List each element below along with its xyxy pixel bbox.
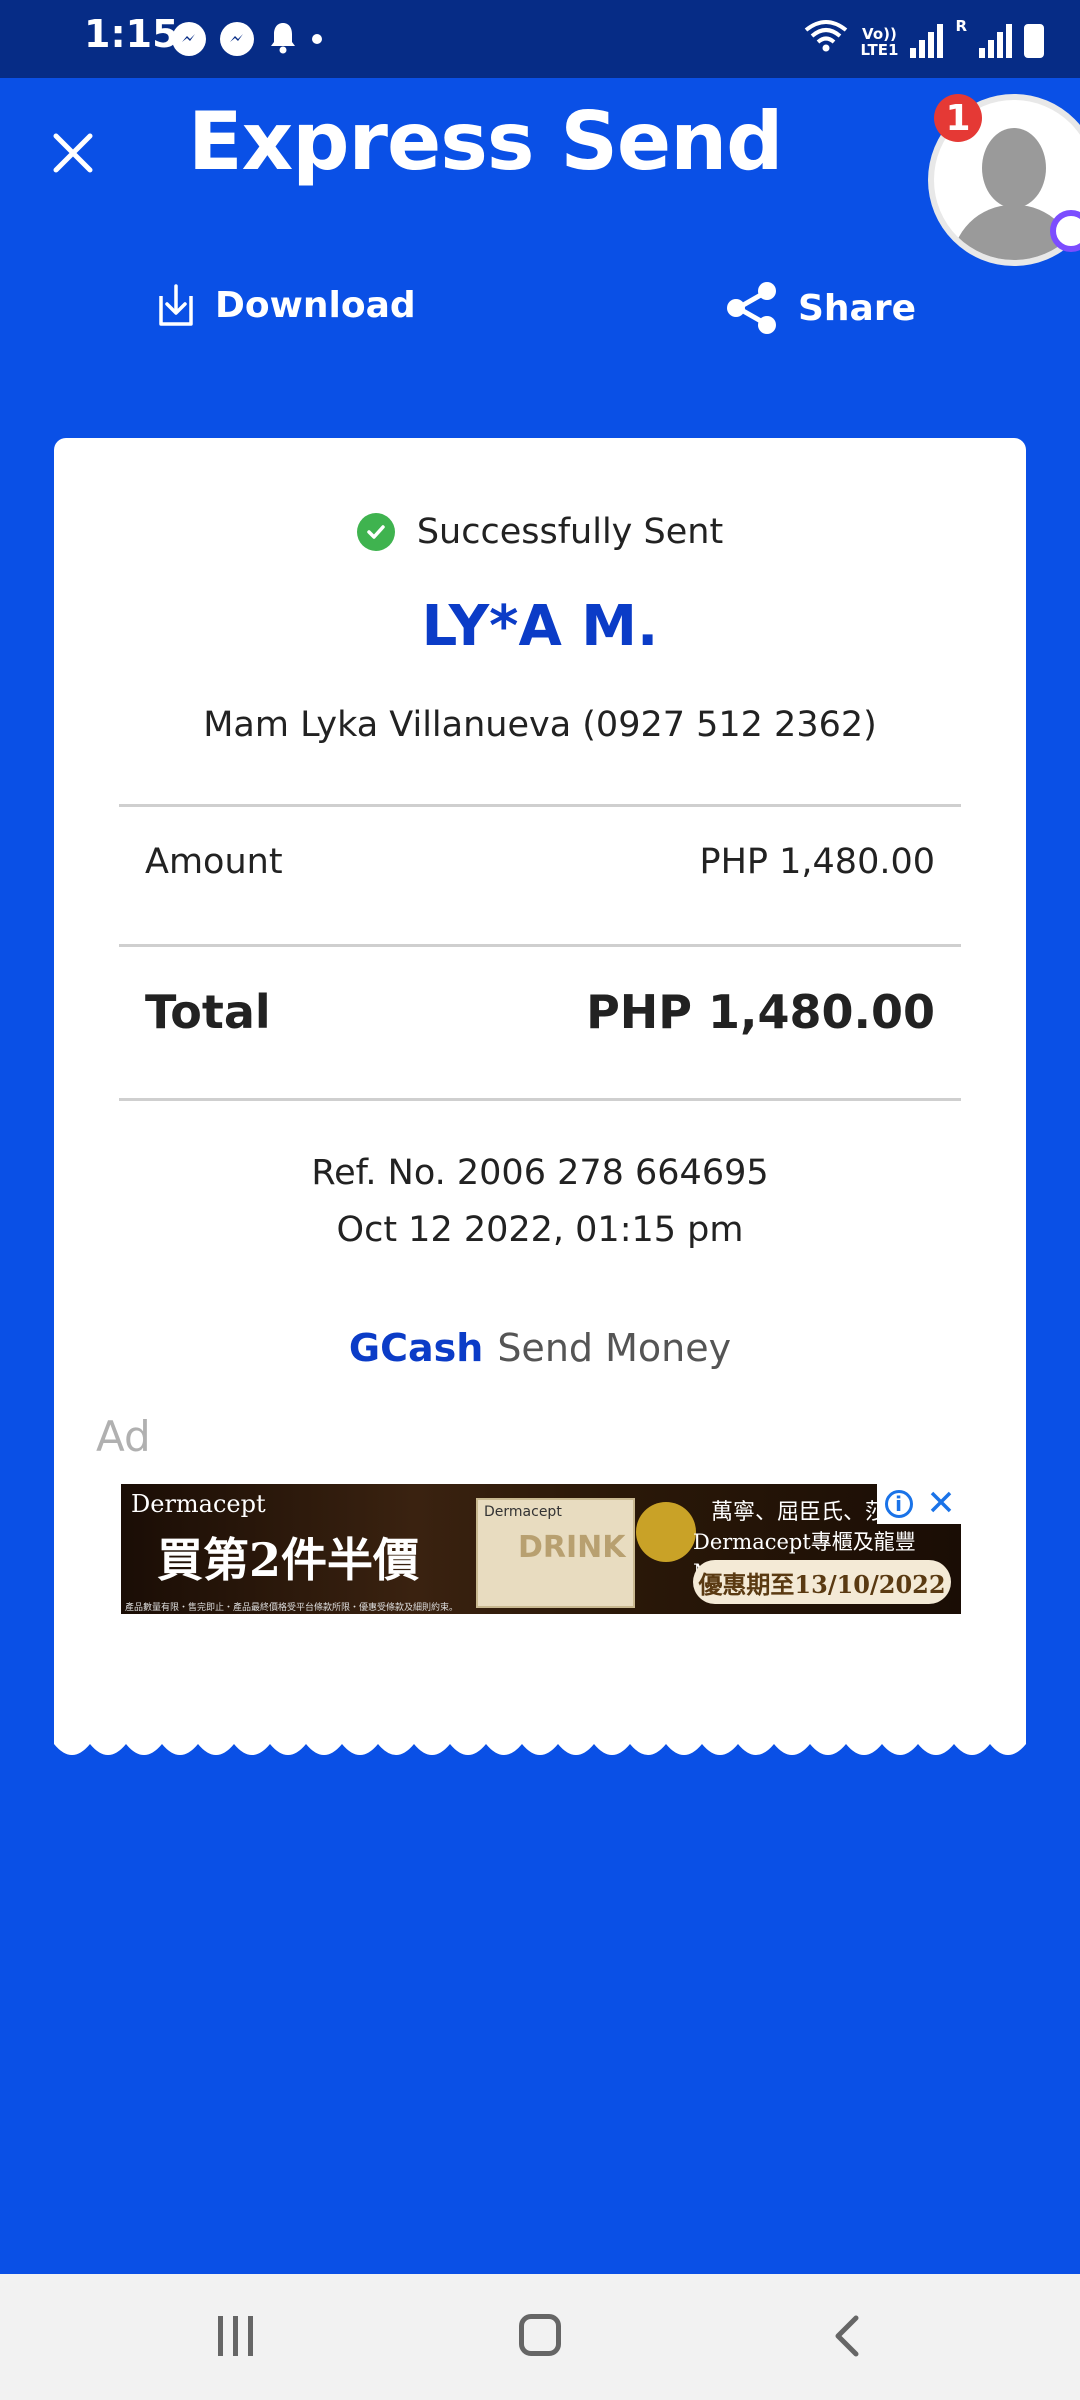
close-icon [53,133,93,173]
success-text: Successfully Sent [416,512,724,552]
ad-banner[interactable]: Dermacept 買第2件半價 Dermacept DRINK 萬寧、屈臣氏、… [121,1484,961,1614]
ad-product-image: Dermacept DRINK [476,1498,635,1608]
gcash-logo-text: GCash [348,1326,484,1370]
ad-controls: i [877,1484,961,1524]
profile-avatar[interactable]: 1 [934,94,1080,270]
signal-icon [910,24,944,58]
more-notifications-icon [312,34,322,44]
share-label: Share [798,287,917,329]
success-status: Successfully Sent [0,512,1080,552]
total-label: Total [145,985,271,1039]
status-system: Vo)) LTE1 R [804,18,1044,58]
lte-label: LTE1 [860,41,899,59]
transaction-datetime: Oct 12 2022, 01:15 pm [336,1210,744,1250]
service-name: Send Money [497,1326,732,1370]
service-brand: GCash Send Money [0,1326,1080,1370]
share-icon [727,282,776,334]
recent-apps-button[interactable] [218,2316,253,2356]
ad-label: Ad [96,1412,151,1461]
award-seal-icon [636,1502,696,1562]
divider [119,804,961,807]
divider [119,944,961,947]
close-button[interactable] [48,128,98,178]
recipient-contact: Mam Lyka Villanueva (0927 512 2362) [203,705,877,745]
ad-promo: 優惠期至13/10/2022 [693,1560,951,1604]
divider [119,1098,961,1101]
share-button[interactable]: Share [724,282,916,334]
total-value: PHP 1,480.00 [586,985,935,1039]
check-circle-icon [356,513,395,551]
download-label: Download [215,284,416,326]
recipient-name: LY*A M. [421,594,659,659]
signal-icon-sim2 [979,24,1012,58]
amount-label: Amount [145,842,283,882]
amount-value: PHP 1,480.00 [699,842,935,882]
receipt-torn-edge [54,1732,1026,1755]
page-title: Express Send [188,95,783,188]
wifi-icon [804,18,848,58]
ad-brand: Dermacept [131,1490,266,1518]
ad-product-name: DRINK [518,1530,626,1565]
bell-icon [268,20,298,58]
ad-fine-print: 產品數量有限・售完即止・產品最終價格受平台條款所限・優惠受條款及細則約束。 [125,1603,459,1613]
back-chevron-icon [835,2315,859,2357]
download-button[interactable]: Download [155,282,416,328]
back-button[interactable] [828,2314,868,2358]
ad-headline: 買第2件半價 [157,1533,420,1587]
notification-badge: 1 [934,94,982,142]
battery-icon [1024,24,1044,58]
status-bar: 1:15 Vo)) LTE1 R [0,0,1080,78]
status-time: 1:15 [84,12,179,56]
ad-close-icon[interactable] [928,1489,954,1519]
status-notifications [172,20,322,58]
download-icon [159,284,193,326]
volte-indicator: Vo)) LTE1 [860,26,898,58]
messenger-icon [172,22,206,56]
ad-product-label: Dermacept [484,1504,562,1520]
home-button[interactable] [519,2314,561,2356]
amount-row: Amount PHP 1,480.00 [145,842,935,882]
total-row: Total PHP 1,480.00 [145,985,935,1039]
reference-number: Ref. No. 2006 278 664695 [311,1153,769,1193]
messenger-icon [220,22,254,56]
avatar-head [982,128,1046,208]
system-nav-bar [0,2274,1080,2400]
roaming-label: R [955,17,967,35]
ad-info-icon[interactable]: i [884,1490,913,1518]
